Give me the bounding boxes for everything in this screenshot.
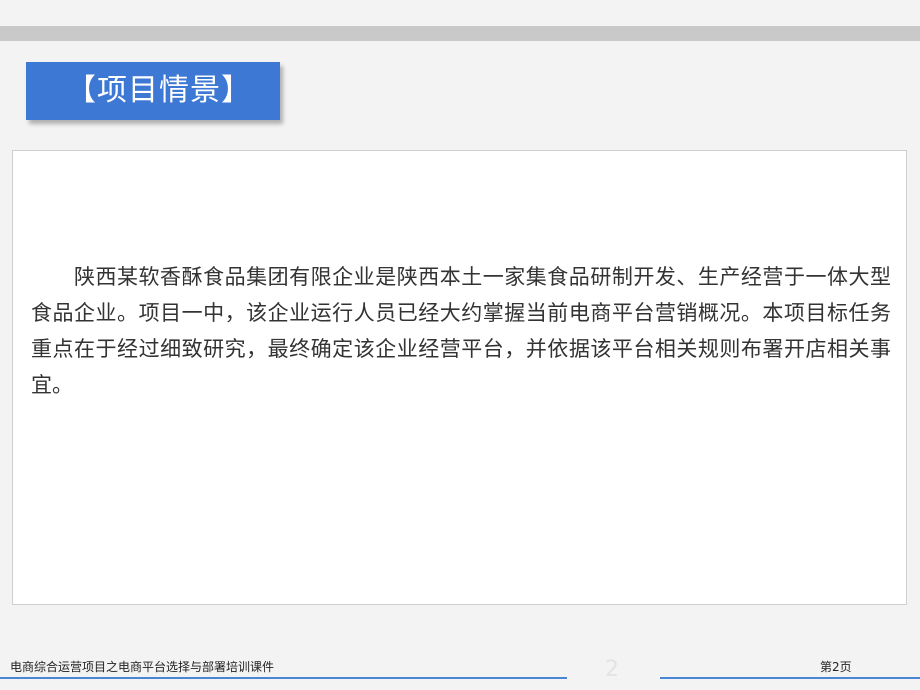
footer-page-label: 第2页 bbox=[820, 660, 852, 674]
top-decorative-band bbox=[0, 26, 920, 41]
section-title: 【项目情景】 bbox=[26, 62, 280, 120]
scenario-paragraph: 陕西某软香酥食品集团有限企业是陕西本土一家集食品研制开发、生产经营于一体大型食品… bbox=[31, 265, 891, 397]
content-panel: 陕西某软香酥食品集团有限企业是陕西本土一家集食品研制开发、生产经营于一体大型食品… bbox=[12, 150, 907, 605]
footer-divider-right bbox=[660, 677, 920, 679]
footer-course-title: 电商综合运营项目之电商平台选择与部署培训课件 bbox=[10, 660, 275, 674]
footer-divider-left bbox=[0, 677, 567, 679]
footer-page-number: 2 bbox=[605, 657, 619, 682]
